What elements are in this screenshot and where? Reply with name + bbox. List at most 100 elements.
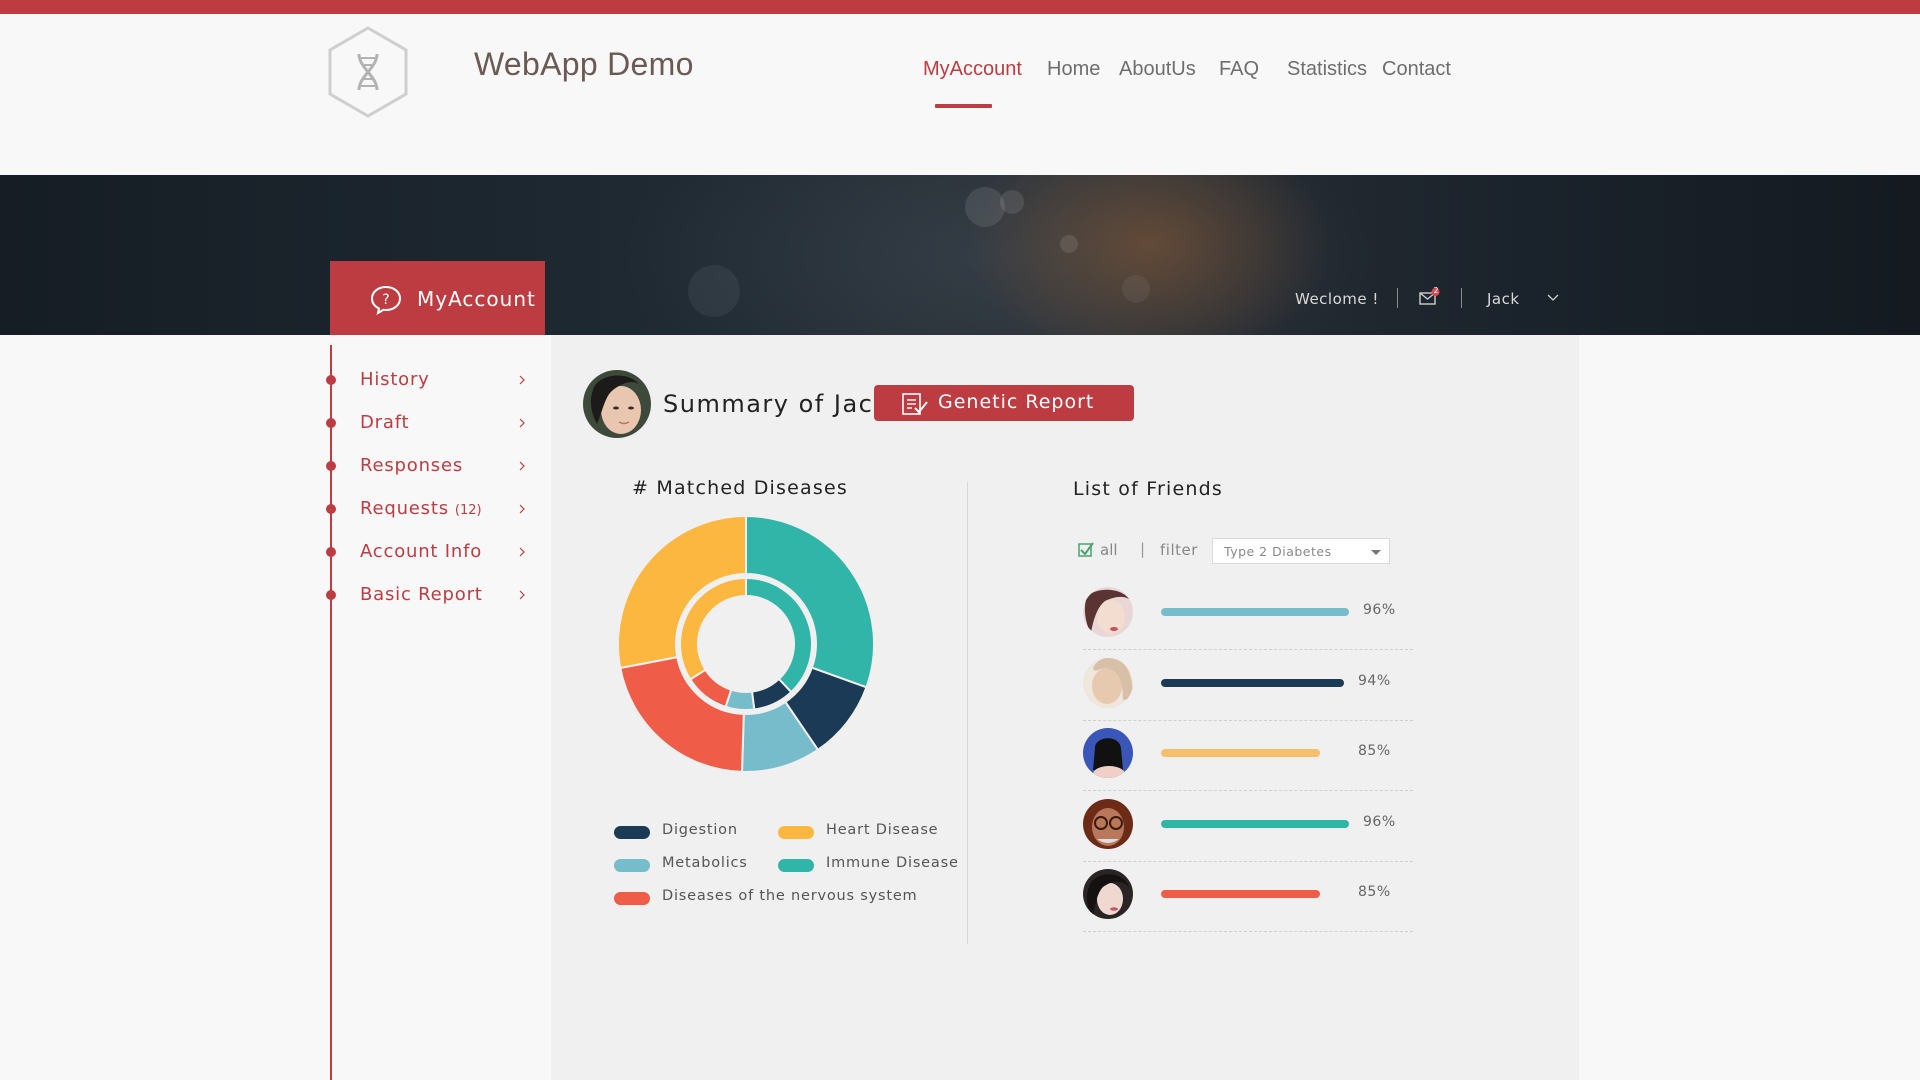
- sidebar-item-label: Account Info: [360, 541, 483, 562]
- friend-avatar[interactable]: [1083, 869, 1133, 919]
- nav-item-contact[interactable]: Contact: [1382, 58, 1451, 81]
- matched-diseases-title: # Matched Diseases: [632, 477, 848, 499]
- mail-badge-count: 2: [1433, 286, 1439, 295]
- checkbox-checked-icon[interactable]: [1078, 542, 1094, 558]
- legend-item-metabolics: Metabolics: [614, 855, 774, 875]
- legend-label: Immune Disease: [826, 855, 959, 871]
- friends-filter-bar: all | filter Type 2 Diabetes: [1078, 538, 1408, 564]
- chevron-right-icon: [519, 547, 525, 557]
- section-divider: [967, 482, 968, 944]
- chevron-right-icon: [519, 504, 525, 514]
- friend-avatar[interactable]: [1083, 587, 1133, 637]
- friend-row[interactable]: 96%: [1083, 580, 1413, 650]
- chevron-right-icon: [519, 375, 525, 385]
- sidebar-item-label: Basic Report: [360, 584, 483, 605]
- svg-text:?: ?: [382, 292, 389, 308]
- chevron-right-icon: [519, 418, 525, 428]
- match-percent: 94%: [1358, 673, 1391, 689]
- friend-avatar[interactable]: [1083, 658, 1133, 708]
- nav-item-home[interactable]: Home: [1047, 58, 1100, 81]
- sidebar-item-label-text: Requests: [360, 498, 449, 519]
- nav-item-faq[interactable]: FAQ: [1219, 58, 1259, 81]
- sidebar-item-account-info[interactable]: Account Info: [326, 532, 550, 572]
- friend-row[interactable]: 96%: [1083, 792, 1413, 862]
- sidebar: History Draft Responses Requests (12) Acc…: [326, 345, 550, 1080]
- sidebar-item-history[interactable]: History: [326, 360, 550, 400]
- legend-item-digestion: Digestion: [614, 822, 774, 842]
- myaccount-tab-label: MyAccount: [417, 287, 536, 311]
- app-title: WebApp Demo: [474, 46, 694, 82]
- legend-label: Digestion: [662, 822, 738, 838]
- chevron-down-icon[interactable]: [1547, 292, 1559, 302]
- mail-icon[interactable]: 2: [1418, 286, 1440, 306]
- nav-item-aboutus[interactable]: AboutUs: [1119, 58, 1196, 81]
- genetic-report-button[interactable]: Genetic Report: [874, 385, 1134, 421]
- legend-swatch: [614, 859, 650, 872]
- friend-row[interactable]: 85%: [1083, 721, 1413, 791]
- sidebar-item-requests[interactable]: Requests (12): [326, 489, 550, 529]
- match-progress-bar: [1161, 820, 1349, 828]
- timeline-dot: [326, 504, 336, 514]
- friend-row[interactable]: 94%: [1083, 651, 1413, 721]
- user-name[interactable]: Jack: [1487, 290, 1520, 308]
- friend-row[interactable]: 85%: [1083, 862, 1413, 932]
- sidebar-item-label: Draft: [360, 412, 410, 433]
- legend-swatch: [778, 859, 814, 872]
- avatar[interactable]: [583, 370, 651, 438]
- summary-title: Summary of Jack: [663, 390, 889, 418]
- match-progress-bar: [1161, 890, 1320, 898]
- chevron-right-icon: [519, 590, 525, 600]
- hero-banner: [0, 175, 1920, 335]
- timeline-dot: [326, 461, 336, 471]
- legend-swatch: [778, 826, 814, 839]
- nav-item-myaccount[interactable]: MyAccount: [923, 58, 1022, 81]
- match-percent: 96%: [1363, 602, 1396, 618]
- welcome-text: Weclome !: [1295, 290, 1379, 308]
- timeline-dot: [326, 547, 336, 557]
- donut-slice-outer-3: [619, 655, 745, 772]
- timeline-dot: [326, 375, 336, 385]
- filter-label: filter: [1160, 541, 1198, 559]
- filter-all-label[interactable]: all: [1100, 541, 1118, 559]
- friend-avatar[interactable]: [1083, 799, 1133, 849]
- legend-item-heart-disease: Heart Disease: [778, 822, 948, 842]
- filter-separator: |: [1140, 540, 1146, 558]
- top-accent-bar: [0, 0, 1920, 14]
- myaccount-tab[interactable]: ? MyAccount: [330, 261, 545, 335]
- legend-item-immune-disease: Immune Disease: [778, 855, 958, 875]
- timeline-dot: [326, 590, 336, 600]
- dna-hexagon-icon[interactable]: [326, 24, 410, 120]
- sidebar-item-basic-report[interactable]: Basic Report: [326, 575, 550, 615]
- match-progress-bar: [1161, 608, 1349, 616]
- sidebar-item-draft[interactable]: Draft: [326, 403, 550, 443]
- sidebar-item-label: Requests (12): [360, 498, 482, 519]
- friends-list-title: List of Friends: [1073, 478, 1223, 500]
- match-percent: 85%: [1358, 743, 1391, 759]
- sidebar-item-label: History: [360, 369, 430, 390]
- legend-item-nervous-system: Diseases of the nervous system: [614, 888, 934, 908]
- banner-divider: [1397, 288, 1398, 308]
- report-icon: [902, 393, 928, 415]
- nav-item-statistics[interactable]: Statistics: [1287, 58, 1367, 81]
- banner-divider: [1461, 288, 1462, 308]
- legend-label: Diseases of the nervous system: [662, 888, 918, 904]
- legend-label: Heart Disease: [826, 822, 939, 838]
- disease-filter-select[interactable]: Type 2 Diabetes: [1212, 538, 1390, 564]
- sidebar-item-label: Responses: [360, 455, 464, 476]
- caret-down-icon: [1371, 550, 1381, 555]
- timeline-dot: [326, 418, 336, 428]
- chevron-right-icon: [519, 461, 525, 471]
- main-nav: MyAccount Home AboutUs FAQ Statistics Co…: [923, 58, 1463, 98]
- legend-label: Metabolics: [662, 855, 748, 871]
- legend-swatch: [614, 892, 650, 905]
- disease-filter-value: Type 2 Diabetes: [1224, 544, 1332, 559]
- match-progress-bar: [1161, 679, 1344, 687]
- requests-count-badge: (12): [454, 503, 482, 518]
- match-percent: 85%: [1358, 884, 1391, 900]
- question-bubble-icon: ?: [370, 285, 402, 315]
- match-progress-bar: [1161, 749, 1320, 757]
- nav-active-indicator: [935, 104, 992, 108]
- sidebar-item-responses[interactable]: Responses: [326, 446, 550, 486]
- friend-avatar[interactable]: [1083, 728, 1133, 778]
- genetic-report-label: Genetic Report: [938, 391, 1095, 413]
